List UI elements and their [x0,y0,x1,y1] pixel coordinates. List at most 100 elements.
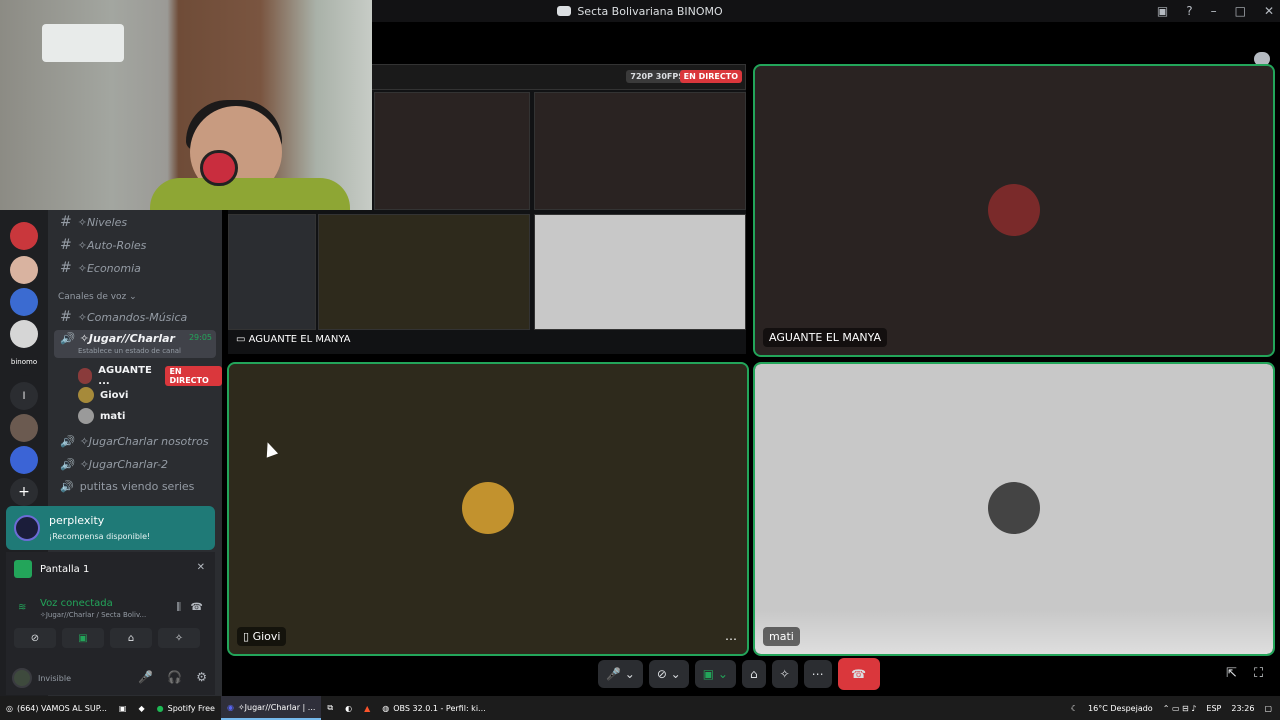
microphone-icon[interactable]: 🎤 [138,670,153,684]
activity-button[interactable]: ⌂ [110,628,152,648]
language[interactable]: ESP [1206,704,1221,713]
add-server-icon[interactable]: + [10,478,38,506]
channel-jugarcharlar-2[interactable]: 🔊 ✧JugarCharlar-2 [60,458,168,471]
user-controls: 🎤 🎧 ⚙ [138,670,207,684]
person-shirt [150,178,350,210]
hash-icon: # [60,214,72,230]
channel-putitas[interactable]: 🔊 putitas viendo series [60,480,194,493]
shared-window-region [374,92,530,210]
server-icon[interactable] [10,222,38,250]
channel-jugarcharlar-nosotros[interactable]: 🔊 ✧JugarCharlar nosotros [60,435,209,448]
voice-member[interactable]: AGUANTE ... EN DIRECTO [78,365,222,387]
folder-icon: ▣ [118,703,127,713]
popout-icon[interactable]: ⇱ [1226,666,1237,681]
server-icon[interactable] [10,256,38,284]
voice-channel-label: 🔊 ✧Jugar//Charlar [60,332,175,345]
channel-niveles[interactable]: # ✧Niveles [60,214,127,230]
disconnect-icon[interactable]: ☎ [191,602,203,613]
speaker-icon: 🔊 [60,435,74,448]
camera-off-button[interactable]: ⊘ [14,628,56,648]
avatar [988,184,1040,236]
channel-economia[interactable]: # ✧Economia [60,260,141,276]
clock[interactable]: 23:26 [1231,704,1254,713]
voice-connected-label[interactable]: Voz conectada [40,598,113,609]
soundboard-button[interactable]: ✧ [771,660,798,688]
server-icon[interactable] [10,414,38,442]
voice-member[interactable]: Giovi [78,387,128,403]
shared-tile-region [534,92,746,210]
discord-icon: ◉ [226,702,234,712]
more-options-icon[interactable]: ⋯ [725,632,737,646]
user-status: Invisible [38,673,71,683]
channel-auto-roles[interactable]: # ✧Auto-Roles [60,237,146,253]
weather[interactable]: 16°C Despejado [1088,704,1153,713]
chat-icon[interactable] [1254,52,1270,66]
voice-channels-header[interactable]: Canales de voz ⌄ [58,292,137,302]
fullscreen-icon[interactable]: ⛶ [1254,666,1263,681]
server-icon[interactable]: l [10,382,38,410]
hash-icon: # [60,260,72,276]
avatar [988,482,1040,534]
shared-sidebar-region [228,214,316,330]
tray-icons[interactable]: ⌃ ▭ ⊟ ♪ [1163,704,1197,713]
server-icon[interactable] [10,288,38,316]
discord-logo-icon [557,6,572,16]
screen-share-icon [14,560,32,578]
noise-suppression-icon[interactable]: ⫼ [176,602,181,613]
mute-button[interactable]: 🎤 ⌄ [598,660,643,688]
participant-tile[interactable]: mati [753,362,1275,656]
participant-tile[interactable]: ▯ Giovi ⋯ [227,362,749,656]
obs-icon: ◍ [382,703,390,713]
share-screen-button[interactable]: ▣ [62,628,104,648]
voice-member[interactable]: mati [78,408,125,424]
maximize-button[interactable]: □ [1235,4,1246,18]
voice-connected-channel[interactable]: ✧Jugar//Charlar / Secta Boliv... [40,611,146,619]
binomo-server-icon[interactable]: binomo [10,348,38,376]
shared-tile-region [534,214,746,330]
speaker-icon: 🔊 [60,458,74,471]
camera-button[interactable]: ⊘ ⌄ [648,660,689,688]
voice-actions: ⊘ ▣ ⌂ ✧ [14,628,200,648]
more-button[interactable]: ⋯ [803,660,832,688]
close-button[interactable]: ✕ [1264,4,1274,18]
window-controls: ▣ ? – □ ✕ [1157,0,1274,22]
settings-gear-icon[interactable]: ⚙ [196,670,207,684]
channel-comandos-musica[interactable]: # ✧Comandos-Música [60,309,187,325]
taskbar-item[interactable]: ◍ OBS 32.0.1 - Perfil: ki... [376,696,491,720]
inbox-icon[interactable]: ▣ [1157,4,1168,18]
system-tray: ☾ 16°C Despejado ⌃ ▭ ⊟ ♪ ESP 23:26 ▢ [1071,696,1272,720]
soundboard-button[interactable]: ✧ [158,628,200,648]
speaker-icon: 🔊 [60,332,74,345]
taskbar-app[interactable]: ⧉ [321,696,339,720]
screen-share-button[interactable]: ▣ ⌄ [694,660,736,688]
screen-share-status[interactable]: Pantalla 1 [14,560,89,578]
live-badge: EN DIRECTO [165,366,222,386]
taskbar-item[interactable]: ● Spotify Free [151,696,221,720]
active-voice-channel[interactable]: 🔊 ✧Jugar//Charlar 29:05 Establece un esta… [54,330,216,358]
taskbar-app[interactable]: ▣ [113,696,133,720]
channel-status-hint[interactable]: Establece un estado de canal [78,347,181,355]
perplexity-icon [14,515,40,541]
taskbar-app[interactable]: ◐ [339,696,358,720]
taskbar-item[interactable]: ◉ ✧Jugar//Charlar | ... [220,696,322,720]
window-title: Secta Bolivariana BINOMO [577,4,723,18]
participant-name: ▯ Giovi [237,627,287,646]
promo-title: perplexity [49,514,105,527]
stop-share-icon[interactable]: ✕ [197,562,205,573]
monitor-icon: ▭ [236,334,246,345]
user-info[interactable]: Invisible [12,668,71,688]
participant-tile[interactable]: AGUANTE EL MANYA [753,64,1275,357]
server-icon[interactable] [10,320,38,348]
server-icon[interactable] [10,446,38,474]
leave-call-button[interactable]: ☎ [837,658,880,690]
notification-icon[interactable]: ▢ [1264,704,1272,713]
headphones-icon[interactable]: 🎧 [167,670,182,684]
promo-banner[interactable]: perplexity ¡Recompensa disponible! [6,506,215,550]
app-icon: ⧉ [327,703,334,712]
minimize-button[interactable]: – [1211,4,1217,18]
taskbar-app[interactable]: ◆ [132,696,150,720]
taskbar-item[interactable]: ◎ (664) VAMOS AL SUP... [0,696,113,720]
activities-button[interactable]: ⌂ [741,660,766,688]
taskbar-app[interactable]: ▲ [358,696,376,720]
help-icon[interactable]: ? [1186,4,1192,18]
